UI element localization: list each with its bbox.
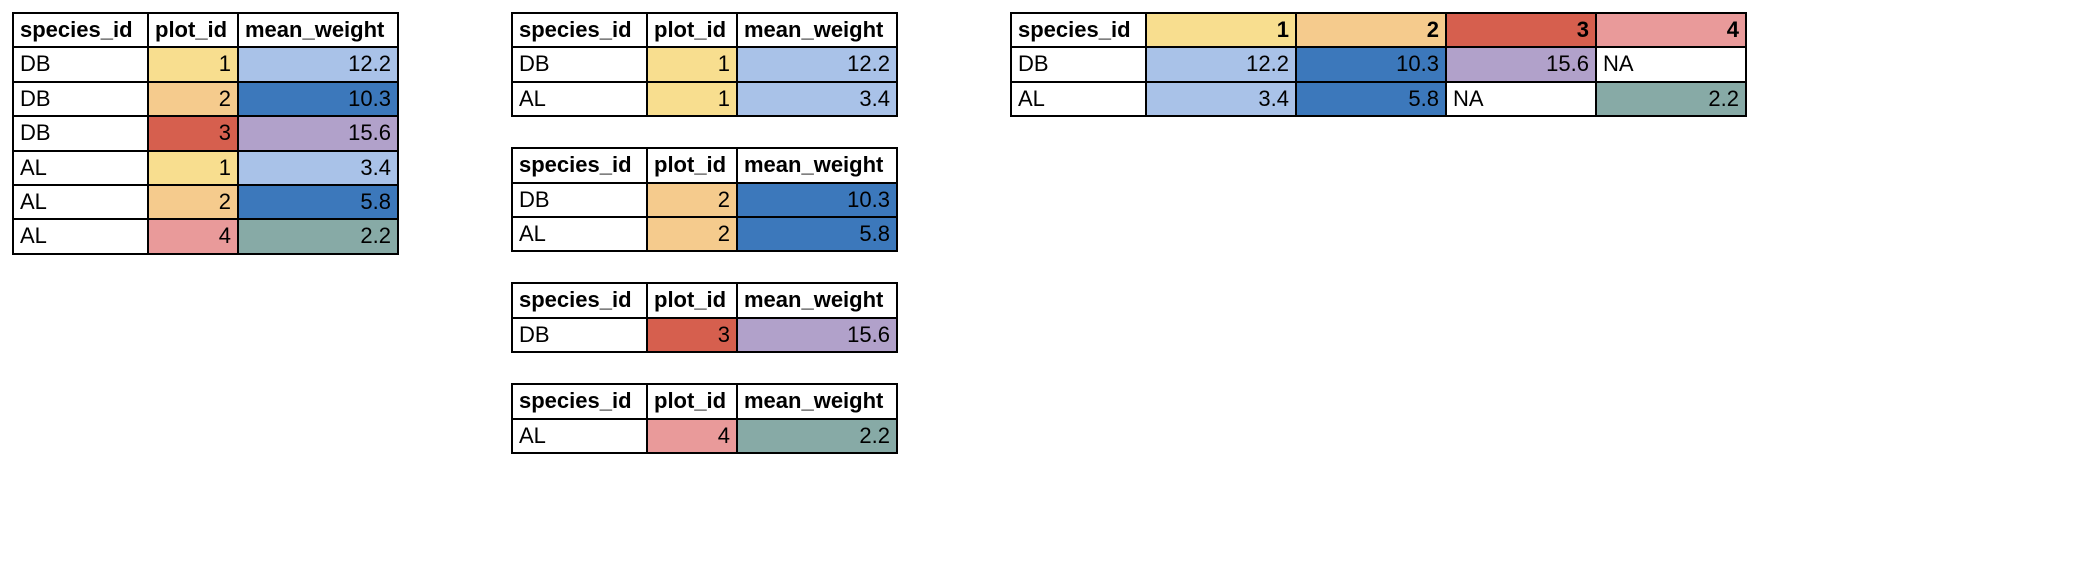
cell-mean-weight: 12.2 [1146, 47, 1296, 81]
column-header-mean_weight: mean_weight [737, 13, 897, 47]
cell-plot-id: 2 [647, 217, 737, 251]
table-row: AL13.4 [512, 82, 897, 116]
column-header-plot_id: plot_id [148, 13, 238, 47]
cell-plot-id: 2 [148, 82, 238, 116]
cell-species: AL [13, 151, 148, 185]
cell-mean-weight: 5.8 [1296, 82, 1446, 116]
table-row: AL13.4 [13, 151, 398, 185]
cell-plot-id: 1 [148, 47, 238, 81]
table-row: DB315.6 [13, 116, 398, 150]
long-table: species_idplot_idmean_weightDB112.2DB210… [12, 12, 399, 255]
cell-species: AL [13, 219, 148, 253]
column-header-species_id: species_id [512, 384, 647, 418]
cell-mean-weight: 12.2 [737, 47, 897, 81]
cell-plot-id: 4 [148, 219, 238, 253]
table-row: AL42.2 [13, 219, 398, 253]
cell-plot-id: 4 [647, 419, 737, 453]
cell-mean-weight: 15.6 [238, 116, 398, 150]
cell-species: AL [512, 217, 647, 251]
cell-species: DB [512, 47, 647, 81]
cell-plot-id: 2 [148, 185, 238, 219]
wide-table: species_id1234DB12.210.315.6NAAL3.45.8NA… [1010, 12, 1747, 117]
table-row: AL25.8 [512, 217, 897, 251]
cell-mean-weight: 10.3 [1296, 47, 1446, 81]
cell-species: AL [512, 419, 647, 453]
wide-table-column: species_id1234DB12.210.315.6NAAL3.45.8NA… [1010, 12, 1747, 117]
column-header-plot-3: 3 [1446, 13, 1596, 47]
cell-mean-weight: 3.4 [737, 82, 897, 116]
cell-mean-weight: 2.2 [737, 419, 897, 453]
cell-species: DB [1011, 47, 1146, 81]
table-row: DB210.3 [512, 183, 897, 217]
grouped-table-1: species_idplot_idmean_weightDB112.2AL13.… [511, 12, 898, 117]
column-header-plot_id: plot_id [647, 13, 737, 47]
cell-species: DB [13, 116, 148, 150]
column-header-species_id: species_id [512, 283, 647, 317]
column-header-plot-4: 4 [1596, 13, 1746, 47]
column-header-plot_id: plot_id [647, 283, 737, 317]
column-header-species_id: species_id [512, 13, 647, 47]
cell-mean-weight: 5.8 [737, 217, 897, 251]
cell-mean-weight: 10.3 [238, 82, 398, 116]
column-header-plot_id: plot_id [647, 384, 737, 418]
cell-mean-weight: 10.3 [737, 183, 897, 217]
long-table-column: species_idplot_idmean_weightDB112.2DB210… [12, 12, 399, 255]
grouped-table-4: species_idplot_idmean_weightAL42.2 [511, 383, 898, 454]
column-header-plot_id: plot_id [647, 148, 737, 182]
grouped-table-3: species_idplot_idmean_weightDB315.6 [511, 282, 898, 353]
cell-species: AL [512, 82, 647, 116]
cell-na: NA [1446, 82, 1596, 116]
column-header-mean_weight: mean_weight [737, 384, 897, 418]
cell-species: DB [13, 47, 148, 81]
cell-mean-weight: 15.6 [1446, 47, 1596, 81]
cell-species: AL [1011, 82, 1146, 116]
column-header-plot-1: 1 [1146, 13, 1296, 47]
cell-species: AL [13, 185, 148, 219]
table-row: AL25.8 [13, 185, 398, 219]
cell-mean-weight: 3.4 [238, 151, 398, 185]
cell-species: DB [13, 82, 148, 116]
cell-plot-id: 1 [647, 47, 737, 81]
column-header-mean_weight: mean_weight [737, 148, 897, 182]
column-header-plot-2: 2 [1296, 13, 1446, 47]
column-header-species_id: species_id [13, 13, 148, 47]
cell-mean-weight: 15.6 [737, 318, 897, 352]
cell-species: DB [512, 318, 647, 352]
cell-mean-weight: 5.8 [238, 185, 398, 219]
table-row: DB112.2 [512, 47, 897, 81]
grouped-tables-column: species_idplot_idmean_weightDB112.2AL13.… [511, 12, 898, 454]
column-header-species_id: species_id [512, 148, 647, 182]
cell-species: DB [512, 183, 647, 217]
diagram-root: species_idplot_idmean_weightDB112.2DB210… [12, 12, 2066, 454]
table-row: DB12.210.315.6NA [1011, 47, 1746, 81]
table-row: AL42.2 [512, 419, 897, 453]
cell-mean-weight: 2.2 [1596, 82, 1746, 116]
cell-plot-id: 1 [148, 151, 238, 185]
cell-plot-id: 3 [148, 116, 238, 150]
column-header-mean_weight: mean_weight [737, 283, 897, 317]
cell-plot-id: 2 [647, 183, 737, 217]
table-row: DB112.2 [13, 47, 398, 81]
cell-plot-id: 3 [647, 318, 737, 352]
cell-mean-weight: 12.2 [238, 47, 398, 81]
column-header-species_id: species_id [1011, 13, 1146, 47]
table-row: DB315.6 [512, 318, 897, 352]
cell-na: NA [1596, 47, 1746, 81]
cell-mean-weight: 3.4 [1146, 82, 1296, 116]
column-header-mean_weight: mean_weight [238, 13, 398, 47]
cell-mean-weight: 2.2 [238, 219, 398, 253]
table-row: DB210.3 [13, 82, 398, 116]
grouped-table-2: species_idplot_idmean_weightDB210.3AL25.… [511, 147, 898, 252]
cell-plot-id: 1 [647, 82, 737, 116]
table-row: AL3.45.8NA2.2 [1011, 82, 1746, 116]
